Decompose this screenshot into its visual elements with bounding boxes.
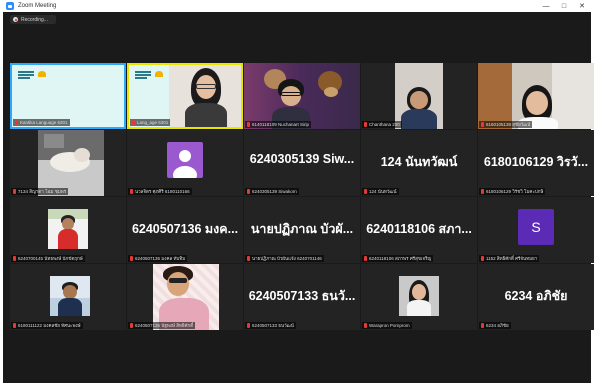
mic-muted-icon: [130, 189, 133, 194]
letter-avatar: S: [518, 209, 554, 245]
participant-tile-p2[interactable]: Lang_age 6301: [127, 63, 243, 129]
participant-display-name: 6240118106 สภา...: [366, 222, 472, 236]
mic-muted-icon: [15, 120, 18, 125]
participant-tile-p8[interactable]: 6240305139 Siw... 6240305139 Siwakorn: [244, 130, 360, 196]
mic-muted-icon: [13, 323, 16, 328]
participant-name-tag: 6240305139 Siwakorn: [245, 188, 299, 195]
participant-name-tag: 7134 สิญาดา โฉม ชุมพร: [11, 188, 69, 195]
participant-display-name: นายปฏิภาณ บัวผั...: [250, 222, 354, 236]
participant-tile-p17[interactable]: 6240507135 นัฐพงษ์ สิทธิศักดิ์: [127, 264, 243, 330]
shared-slide: [129, 65, 169, 127]
participant-name-tag: Chanthana 200: [362, 121, 402, 128]
participant-name-tag: 6240118106 สภาพร ศรีสุขเจริญ: [362, 255, 434, 262]
participant-tile-p19[interactable]: Warapron Pornprom: [361, 264, 477, 330]
recording-indicator[interactable]: Recording...: [10, 15, 56, 24]
participant-tile-p1[interactable]: Kantika Language 6301: [10, 63, 126, 129]
mic-muted-icon: [132, 120, 135, 125]
participant-name-tag: 6240507136 มงคล ทับทิม: [128, 255, 188, 262]
participant-tile-p18[interactable]: 6240507133 ธนวั... 6240507133 ธนวัฒน์: [244, 264, 360, 330]
participant-display-name: 124 นันทวัฒน์: [380, 155, 458, 169]
participant-display-name: 6240305139 Siw...: [249, 152, 355, 166]
participant-name-tag: Kantika Language 6301: [13, 119, 70, 126]
participant-tile-p15[interactable]: S 1152 สิทธิศักดิ์ ศรีจันทมยา: [478, 197, 594, 263]
participant-name-tag: 124 นันทวัฒน์: [362, 188, 399, 195]
participant-name-tag: Lang_age 6301: [130, 119, 171, 126]
participant-tile-p5[interactable]: 6160105138 สุชัยวัฒน์: [478, 63, 594, 129]
participant-display-name: 6240507133 ธนวั...: [248, 289, 356, 303]
participant-video: [478, 63, 594, 129]
mic-muted-icon: [247, 323, 250, 328]
mic-muted-icon: [247, 256, 250, 261]
participant-tile-p13[interactable]: นายปฏิภาณ บัวผั... นายปฏิภาณ บัวผันแจ้ง …: [244, 197, 360, 263]
close-button[interactable]: ✕: [573, 0, 591, 12]
mic-muted-icon: [364, 256, 367, 261]
mic-muted-icon: [364, 323, 367, 328]
participant-name-tag: 6240700145 นัทธพงษ์ นักขัตฤกษ์: [11, 255, 85, 262]
title-bar: Zoom Meeting — □ ✕: [3, 0, 591, 12]
participant-tile-p12[interactable]: 6240507136 มงค... 6240507136 มงคล ทับทิม: [127, 197, 243, 263]
participant-name-tag: 1152 สิทธิศักดิ์ ศรีจันทมยา: [479, 255, 540, 262]
mic-muted-icon: [13, 189, 16, 194]
record-icon: [13, 17, 18, 22]
default-avatar-icon: [167, 142, 203, 178]
participant-tile-p9[interactable]: 124 นันทวัฒน์ 124 นันทวัฒน์: [361, 130, 477, 196]
slide-logo-icon: [18, 70, 46, 79]
speaker-video: [169, 65, 241, 127]
participant-tile-p10[interactable]: 6180106129 วิรวั... 6180106129 วิรัชวิ โ…: [478, 130, 594, 196]
minimize-button[interactable]: —: [537, 0, 555, 12]
maximize-button[interactable]: □: [555, 0, 573, 12]
participant-name-tag: 6140118109 Nuchanart Sirip: [245, 121, 311, 128]
mic-muted-icon: [364, 122, 367, 127]
mic-muted-icon: [247, 122, 250, 127]
participant-name-tag: นายปฏิภาณ บัวผันแจ้ง 6240701146: [245, 255, 324, 262]
participant-name-tag: 6160105138 สุชัยวัฒน์: [479, 121, 533, 128]
participant-video: [244, 63, 360, 129]
mic-muted-icon: [481, 189, 484, 194]
participant-name-tag: 6180111122 มงคลชัย ทัศนะพงษ์: [11, 322, 83, 329]
participant-name-tag: 6234 อภิชัย: [479, 322, 511, 329]
participant-tile-p14[interactable]: 6240118106 สภา... 6240118106 สภาพร ศรีสุ…: [361, 197, 477, 263]
participant-video: [153, 264, 219, 330]
mic-muted-icon: [364, 189, 367, 194]
participant-tile-p7[interactable]: นวลจิตร ศุภศิริ 6180110166: [127, 130, 243, 196]
participant-video: [50, 276, 90, 316]
participant-video: [48, 209, 88, 249]
participant-display-name: 6240507136 มงค...: [131, 222, 239, 236]
participant-name-tag: 6180106129 วิรัชวิ โมคะปกษิ: [479, 188, 546, 195]
participant-display-name: 6180106129 วิรวั...: [483, 155, 589, 169]
mic-muted-icon: [481, 122, 484, 127]
participant-name-tag: นวลจิตร ศุภศิริ 6180110166: [128, 188, 192, 195]
mic-muted-icon: [247, 189, 250, 194]
zoom-window: Zoom Meeting — □ ✕ Recording... Kantika …: [3, 0, 594, 383]
shared-slide: [12, 65, 124, 127]
participant-tile-p3[interactable]: 6140118109 Nuchanart Sirip: [244, 63, 360, 129]
participant-name-tag: 6240507133 ธนวัฒน์: [245, 322, 296, 329]
zoom-logo-icon: [6, 2, 14, 10]
participant-tile-p16[interactable]: 6180111122 มงคลชัย ทัศนะพงษ์: [10, 264, 126, 330]
mic-muted-icon: [13, 256, 16, 261]
participant-video: [399, 276, 439, 316]
participant-video: [38, 130, 104, 196]
participant-tile-p11[interactable]: 6240700145 นัทธพงษ์ นักขัตฤกษ์: [10, 197, 126, 263]
mic-muted-icon: [130, 256, 133, 261]
mic-muted-icon: [130, 323, 133, 328]
mic-muted-icon: [481, 323, 484, 328]
participant-display-name: 6234 อภิชัย: [504, 289, 568, 303]
participant-name-tag: Warapron Pornprom: [362, 322, 412, 329]
participant-name-tag: 6240507135 นัฐพงษ์ สิทธิศักดิ์: [128, 322, 196, 329]
recording-label: Recording...: [21, 16, 48, 23]
mic-muted-icon: [481, 256, 484, 261]
participant-tile-p6[interactable]: 7134 สิญาดา โฉม ชุมพร: [10, 130, 126, 196]
window-title: Zoom Meeting: [18, 3, 57, 9]
slide-logo-icon: [135, 70, 163, 79]
participant-tile-p20[interactable]: 6234 อภิชัย 6234 อภิชัย: [478, 264, 594, 330]
participant-video: [395, 63, 443, 129]
participant-tile-p4[interactable]: Chanthana 200: [361, 63, 477, 129]
